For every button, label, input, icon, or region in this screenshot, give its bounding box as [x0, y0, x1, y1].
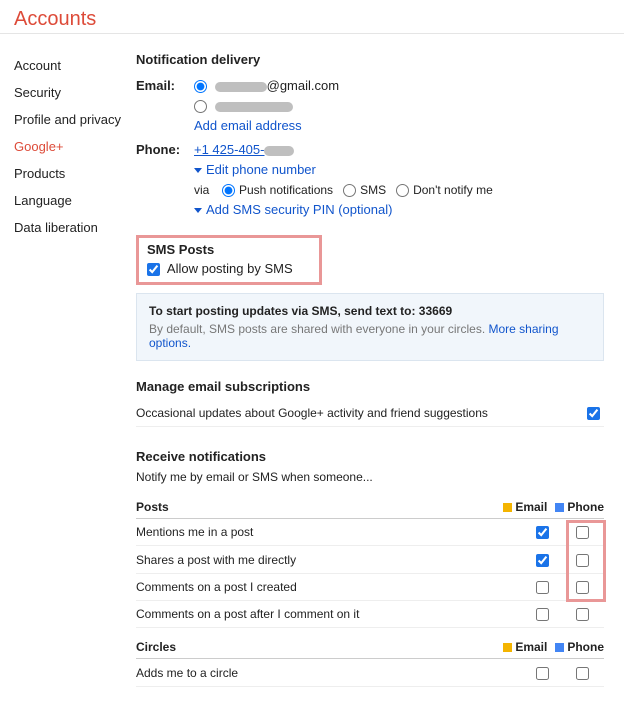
email-radio-2[interactable]	[194, 100, 207, 113]
notification-row: Comments on a post I created	[136, 574, 604, 601]
email-column-icon	[503, 643, 512, 652]
notification-row: Mentions me in a post	[136, 519, 604, 546]
notification-label: Adds me to a circle	[136, 666, 524, 680]
delivery-heading: Notification delivery	[136, 52, 604, 67]
allow-sms-posting-checkbox[interactable]	[147, 263, 160, 276]
edit-phone-link[interactable]: Edit phone number	[206, 162, 316, 177]
notifications-heading: Receive notifications	[136, 449, 604, 464]
email-row: Email: @gmail.com Add email address	[136, 77, 604, 135]
notification-row: Comments on a post after I comment on it	[136, 601, 604, 628]
notification-label: Mentions me in a post	[136, 525, 524, 539]
sidebar-item-security[interactable]: Security	[14, 79, 132, 106]
subscription-row: Occasional updates about Google+ activit…	[136, 400, 604, 427]
subscriptions-section: Manage email subscriptions Occasional up…	[136, 379, 604, 431]
notification-label: Comments on a post I created	[136, 580, 524, 594]
email-checkbox[interactable]	[536, 554, 549, 567]
phone-row: Phone: +1 425-405- Edit phone number via…	[136, 141, 604, 219]
sidebar-item-account[interactable]: Account	[14, 52, 132, 79]
notification-label: Comments on a post after I comment on it	[136, 607, 524, 621]
add-email-link[interactable]: Add email address	[194, 118, 302, 133]
phone-value-block: +1 425-405- Edit phone number via Push n…	[194, 141, 604, 219]
header: Accounts	[0, 0, 624, 34]
sms-option[interactable]: SMS	[343, 181, 386, 199]
via-row: via Push notifications SMS Don't notify …	[194, 181, 604, 199]
triangle-down-icon	[194, 208, 202, 213]
email-radio-1[interactable]	[194, 80, 207, 93]
sms-radio[interactable]	[343, 184, 356, 197]
email-label: Email:	[136, 77, 194, 95]
allow-sms-label: Allow posting by SMS	[167, 261, 293, 276]
push-radio[interactable]	[222, 184, 235, 197]
email-checkbox[interactable]	[536, 608, 549, 621]
subscription-checkbox[interactable]	[587, 407, 600, 420]
via-label: via	[194, 181, 212, 199]
main-content: Notification delivery Email: @gmail.com …	[132, 34, 624, 701]
sidebar-item-profile[interactable]: Profile and privacy	[14, 106, 132, 133]
redacted-text	[264, 146, 294, 156]
phone-number-link[interactable]: +1 425-405-	[194, 142, 264, 157]
posts-header-row: Posts Email Phone	[136, 494, 604, 519]
phone-checkbox[interactable]	[576, 581, 589, 594]
redacted-text	[215, 102, 293, 112]
email-suffix: @gmail.com	[267, 78, 339, 93]
sms-posts-highlight: SMS Posts Allow posting by SMS	[136, 235, 322, 285]
email-column-icon	[503, 503, 512, 512]
email-checkbox[interactable]	[536, 667, 549, 680]
notification-row: Adds me to a circle	[136, 659, 604, 686]
dont-notify-option[interactable]: Don't notify me	[396, 181, 493, 199]
phone-checkbox[interactable]	[576, 554, 589, 567]
sms-info-box: To start posting updates via SMS, send t…	[136, 293, 604, 361]
sms-info-desc: By default, SMS posts are shared with ev…	[149, 322, 591, 350]
subscriptions-heading: Manage email subscriptions	[136, 379, 604, 394]
circles-rows: Adds me to a circle	[136, 659, 604, 686]
notification-row: Shares a post with me directly	[136, 546, 604, 573]
layout: Account Security Profile and privacy Goo…	[0, 34, 624, 701]
email-checkbox[interactable]	[536, 526, 549, 539]
posts-rows: Mentions me in a post Shares a post with …	[136, 519, 604, 628]
subscription-label: Occasional updates about Google+ activit…	[136, 406, 488, 420]
phone-checkbox[interactable]	[576, 526, 589, 539]
push-option[interactable]: Push notifications	[222, 181, 333, 199]
triangle-down-icon	[194, 168, 202, 173]
email-value: @gmail.com Add email address	[194, 77, 604, 135]
phone-column-icon	[555, 503, 564, 512]
phone-checkbox[interactable]	[576, 608, 589, 621]
sms-posts-heading: SMS Posts	[147, 242, 293, 257]
sidebar-item-language[interactable]: Language	[14, 187, 132, 214]
notifications-sub: Notify me by email or SMS when someone..…	[136, 470, 604, 484]
posts-category-label: Posts	[136, 500, 169, 514]
phone-label: Phone:	[136, 141, 194, 159]
circles-category-label: Circles	[136, 640, 176, 654]
phone-column-icon	[555, 643, 564, 652]
sidebar: Account Security Profile and privacy Goo…	[0, 34, 132, 701]
notifications-section: Receive notifications Notify me by email…	[136, 449, 604, 691]
sidebar-item-dataliberation[interactable]: Data liberation	[14, 214, 132, 241]
sidebar-item-googleplus[interactable]: Google+	[14, 133, 132, 160]
add-sms-pin-link[interactable]: Add SMS security PIN (optional)	[206, 202, 392, 217]
phone-checkbox[interactable]	[576, 667, 589, 680]
circles-header-row: Circles Email Phone	[136, 634, 604, 659]
dont-radio[interactable]	[396, 184, 409, 197]
redacted-text	[215, 82, 267, 92]
sms-info-head: To start posting updates via SMS, send t…	[149, 304, 591, 318]
sidebar-item-products[interactable]: Products	[14, 160, 132, 187]
page-title: Accounts	[14, 8, 610, 31]
email-checkbox[interactable]	[536, 581, 549, 594]
